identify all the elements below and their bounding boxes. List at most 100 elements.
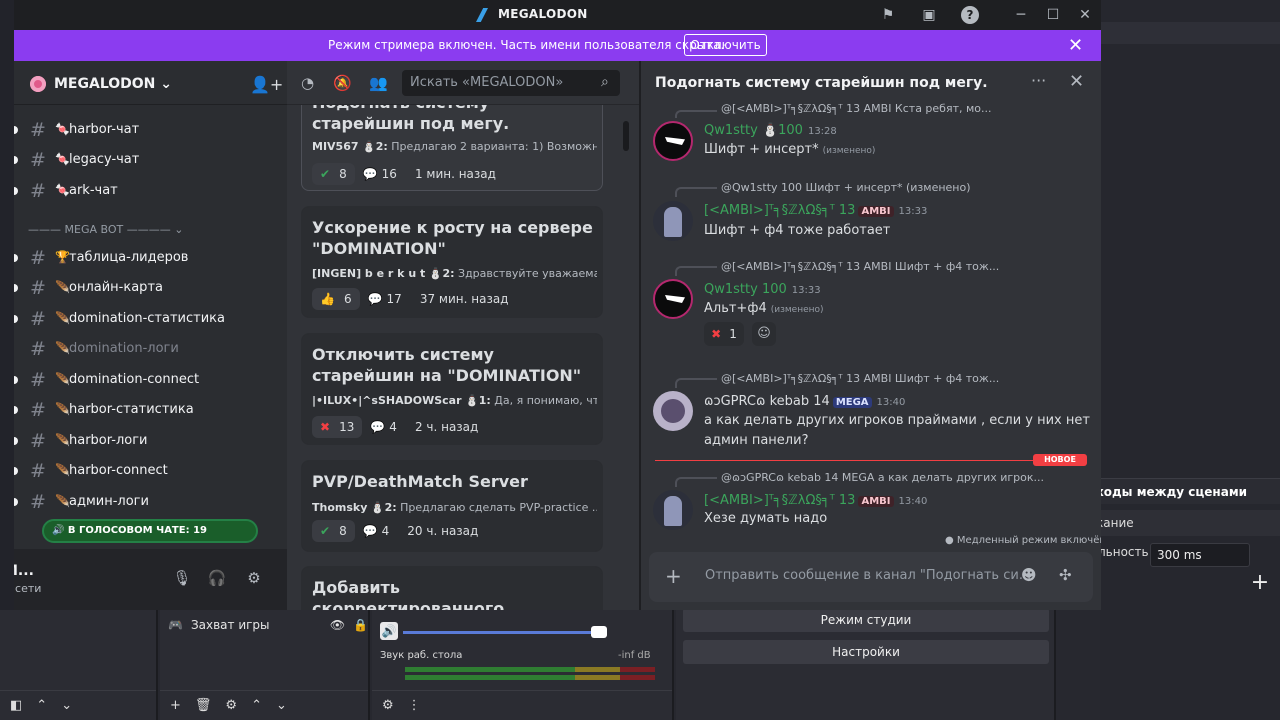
message-count: 💬 16 [362, 167, 397, 181]
avatar[interactable] [653, 391, 693, 431]
headphones-icon[interactable]: 🎧 [207, 569, 227, 589]
user-name[interactable]: M... [14, 563, 34, 579]
volume-slider-thumb[interactable] [591, 626, 607, 638]
inbox-icon[interactable]: ▣ [920, 6, 938, 24]
post-reaction[interactable]: ✔ 8 [312, 163, 355, 185]
channel-item[interactable]: # 🪶 онлайн-карта [14, 274, 287, 302]
thread-close-icon[interactable]: ✕ [1069, 71, 1084, 92]
channel-item[interactable]: # 🪶 domination-статистика [14, 305, 287, 333]
obs-mixer-db: -inf dB [618, 650, 651, 661]
voice-chat-indicator[interactable]: 🔊 В ГОЛОСОВОМ ЧАТЕ: 19 [42, 519, 258, 543]
member-list-icon[interactable]: 👥 [369, 74, 388, 92]
attach-plus-icon[interactable]: + [665, 564, 682, 588]
channel-item[interactable]: # 🪶 админ-логи [14, 488, 287, 516]
post-reaction[interactable]: ✔ 8 [312, 520, 355, 542]
channel-emoji-icon: 🍬 [55, 152, 70, 166]
reply-preview[interactable]: @Qw1stty 100 Шифт + инсерт* (изменено) [721, 181, 971, 194]
reply-preview[interactable]: @ɷɔGPRCɷ kebab 14 MEGA а как делать друг… [721, 471, 1044, 484]
search-icon[interactable]: ⌕ [601, 74, 633, 90]
channel-item[interactable]: # 🏆 таблица-лидеров [14, 244, 287, 272]
studio-mode-button[interactable]: Режим студии [683, 608, 1049, 632]
lock-icon[interactable]: 🔒 [353, 618, 368, 632]
avatar[interactable] [653, 121, 693, 161]
post-reaction[interactable]: ✖ 13 [312, 416, 363, 438]
avatar[interactable] [653, 279, 693, 319]
speaker-icon[interactable]: 🔊 [380, 622, 398, 640]
settings-button[interactable]: Настройки [683, 640, 1049, 664]
window-close-icon[interactable]: ✕ [1076, 6, 1094, 24]
add-reaction-icon[interactable]: ☺ [752, 322, 776, 346]
message-input[interactable]: Отправить сообщение в канал "Подогнать с… [705, 568, 1031, 583]
chevron-down-icon: ⌄ [160, 76, 172, 92]
obs-mixer-gear-icon[interactable]: ⚙ [382, 698, 394, 713]
channel-item[interactable]: # 🍬 harbor-чат [14, 116, 287, 144]
message-author[interactable]: Qw1stty 100 13:33 [704, 282, 821, 297]
app-title: MEGALODON [498, 7, 588, 21]
reply-preview[interactable]: @[<AMBI>]ᵀ╕§ℤλΩ§╕ᵀ 13 AMBI Шифт + ф4 тож… [721, 260, 999, 273]
message-author[interactable]: [<AMBI>]ᵀ╕§ℤλΩ§╕ᵀ 13 AMBI 13:33 [704, 203, 927, 218]
obs-filter-icon[interactable]: ◧ [10, 698, 22, 713]
reply-preview[interactable]: @[<AMBI>]ᵀ╕§ℤλΩ§╕ᵀ 13 AMBI Кста ребят, м… [721, 102, 992, 115]
channel-item[interactable]: # 🪶 harbor-connect [14, 457, 287, 485]
obs-trash-icon[interactable]: 🗑 [195, 698, 212, 713]
message-composer[interactable]: + Отправить сообщение в канал "Подогнать… [649, 552, 1093, 602]
forum-post-card[interactable]: Добавить скорректированного взломанного … [301, 566, 603, 610]
message-author[interactable]: ɷɔGPRCɷ kebab 14 MEGA 13:40 [704, 394, 905, 409]
avatar[interactable] [653, 201, 693, 241]
obs-add-source-icon[interactable]: + [170, 698, 181, 713]
forum-post-card[interactable]: Ускорение к росту на сервере "DOMINATION… [301, 206, 603, 318]
channel-item[interactable]: # 🍬 legacy-чат [14, 146, 287, 174]
eye-icon[interactable]: 👁 [330, 618, 345, 632]
microphone-icon[interactable]: 🎙 [172, 569, 192, 589]
obs-down-icon[interactable]: ⌄ [276, 698, 287, 713]
message-author[interactable]: [<AMBI>]ᵀ╕§ℤλΩ§╕ᵀ 13 AMBI 13:40 [704, 493, 927, 508]
inbox-flag-icon[interactable]: ⚑ [879, 6, 897, 24]
disable-streamer-button[interactable]: Отключить [684, 34, 767, 56]
forum-scrollbar[interactable] [623, 121, 629, 151]
channel-emoji-icon: 🪶 [55, 341, 70, 355]
message-author[interactable]: Qw1stty ⛄100 13:28 [704, 123, 837, 138]
obs-up-icon[interactable]: ⌃ [251, 698, 262, 713]
help-icon[interactable]: ? [961, 6, 979, 24]
forum-post-card[interactable]: Отключить систему старейшин на "DOMINATI… [301, 333, 603, 445]
more-options-icon[interactable]: ··· [1031, 71, 1046, 90]
channel-item[interactable]: # 🪶 harbor-логи [14, 427, 287, 455]
channel-item[interactable]: # 🪶 harbor-статистика [14, 396, 287, 424]
obs-add-transition-icon[interactable]: + [1248, 572, 1272, 596]
title-bar: MEGALODON ⚑ ▣ ? ─ ☐ ✕ [14, 0, 1101, 30]
message-text-line-2: админ панели? [704, 433, 809, 448]
maximize-icon[interactable]: ☐ [1044, 6, 1062, 24]
obs-source-item[interactable]: 🎮 Захват игры 👁 🔒 [168, 618, 368, 632]
channel-item[interactable]: # 🪶 domination-connect [14, 366, 287, 394]
avatar[interactable] [653, 490, 693, 530]
server-header[interactable]: MEGALODON ⌄ 👤+ [14, 61, 287, 105]
channel-item[interactable]: # 🍬 ark-чат [14, 177, 287, 205]
channel-item[interactable]: # 🪶 domination-логи [14, 335, 287, 363]
obs-up-icon[interactable]: ⌃ [36, 698, 47, 713]
post-reaction[interactable]: 👍 6 [312, 288, 360, 310]
invite-people-icon[interactable]: 👤+ [250, 75, 283, 94]
message-text-line-1: а как делать других игроков праймами , е… [704, 413, 1090, 428]
search-input[interactable]: Искать «MEGALODON» [402, 70, 620, 96]
emoji-icon[interactable]: ☻ [1021, 566, 1037, 584]
threads-icon[interactable]: ◔ [301, 74, 314, 92]
obs-gear-icon[interactable]: ⚙ [225, 698, 237, 713]
reply-preview[interactable]: @[<AMBI>]ᵀ╕§ℤλΩ§╕ᵀ 13 AMBI Шифт + ф4 тож… [721, 372, 999, 385]
obs-down-icon[interactable]: ⌄ [61, 698, 72, 713]
reaction-icon: 👍 [320, 292, 335, 306]
banner-close-icon[interactable]: ✕ [1068, 35, 1083, 56]
minimize-icon[interactable]: ─ [1012, 6, 1030, 24]
obs-mixer-menu-icon[interactable]: ⋮ [408, 698, 421, 713]
category-mega-bot[interactable]: ——— MEGA BOT ———— ⌄ [28, 223, 183, 236]
chat-bubble-icon: 💬 [370, 420, 386, 434]
obs-duration-input[interactable]: 300 ms [1150, 543, 1250, 567]
forum-post-card[interactable]: PVP/DeathMatch Server Thomsky ⛄2: Предлаг… [301, 460, 603, 552]
mute-bell-icon[interactable]: 🔕 [333, 74, 352, 92]
unread-indicator [14, 498, 18, 506]
user-settings-gear-icon[interactable]: ⚙ [244, 569, 264, 589]
channel-emoji-icon: 🪶 [55, 402, 70, 416]
apps-icon[interactable]: ✣ [1059, 566, 1072, 584]
thread-panel: Подогнать систему старейшин под мегу. ··… [641, 61, 1101, 610]
volume-track[interactable] [403, 631, 603, 634]
reaction-x[interactable]: ✖ 1 [704, 322, 744, 346]
